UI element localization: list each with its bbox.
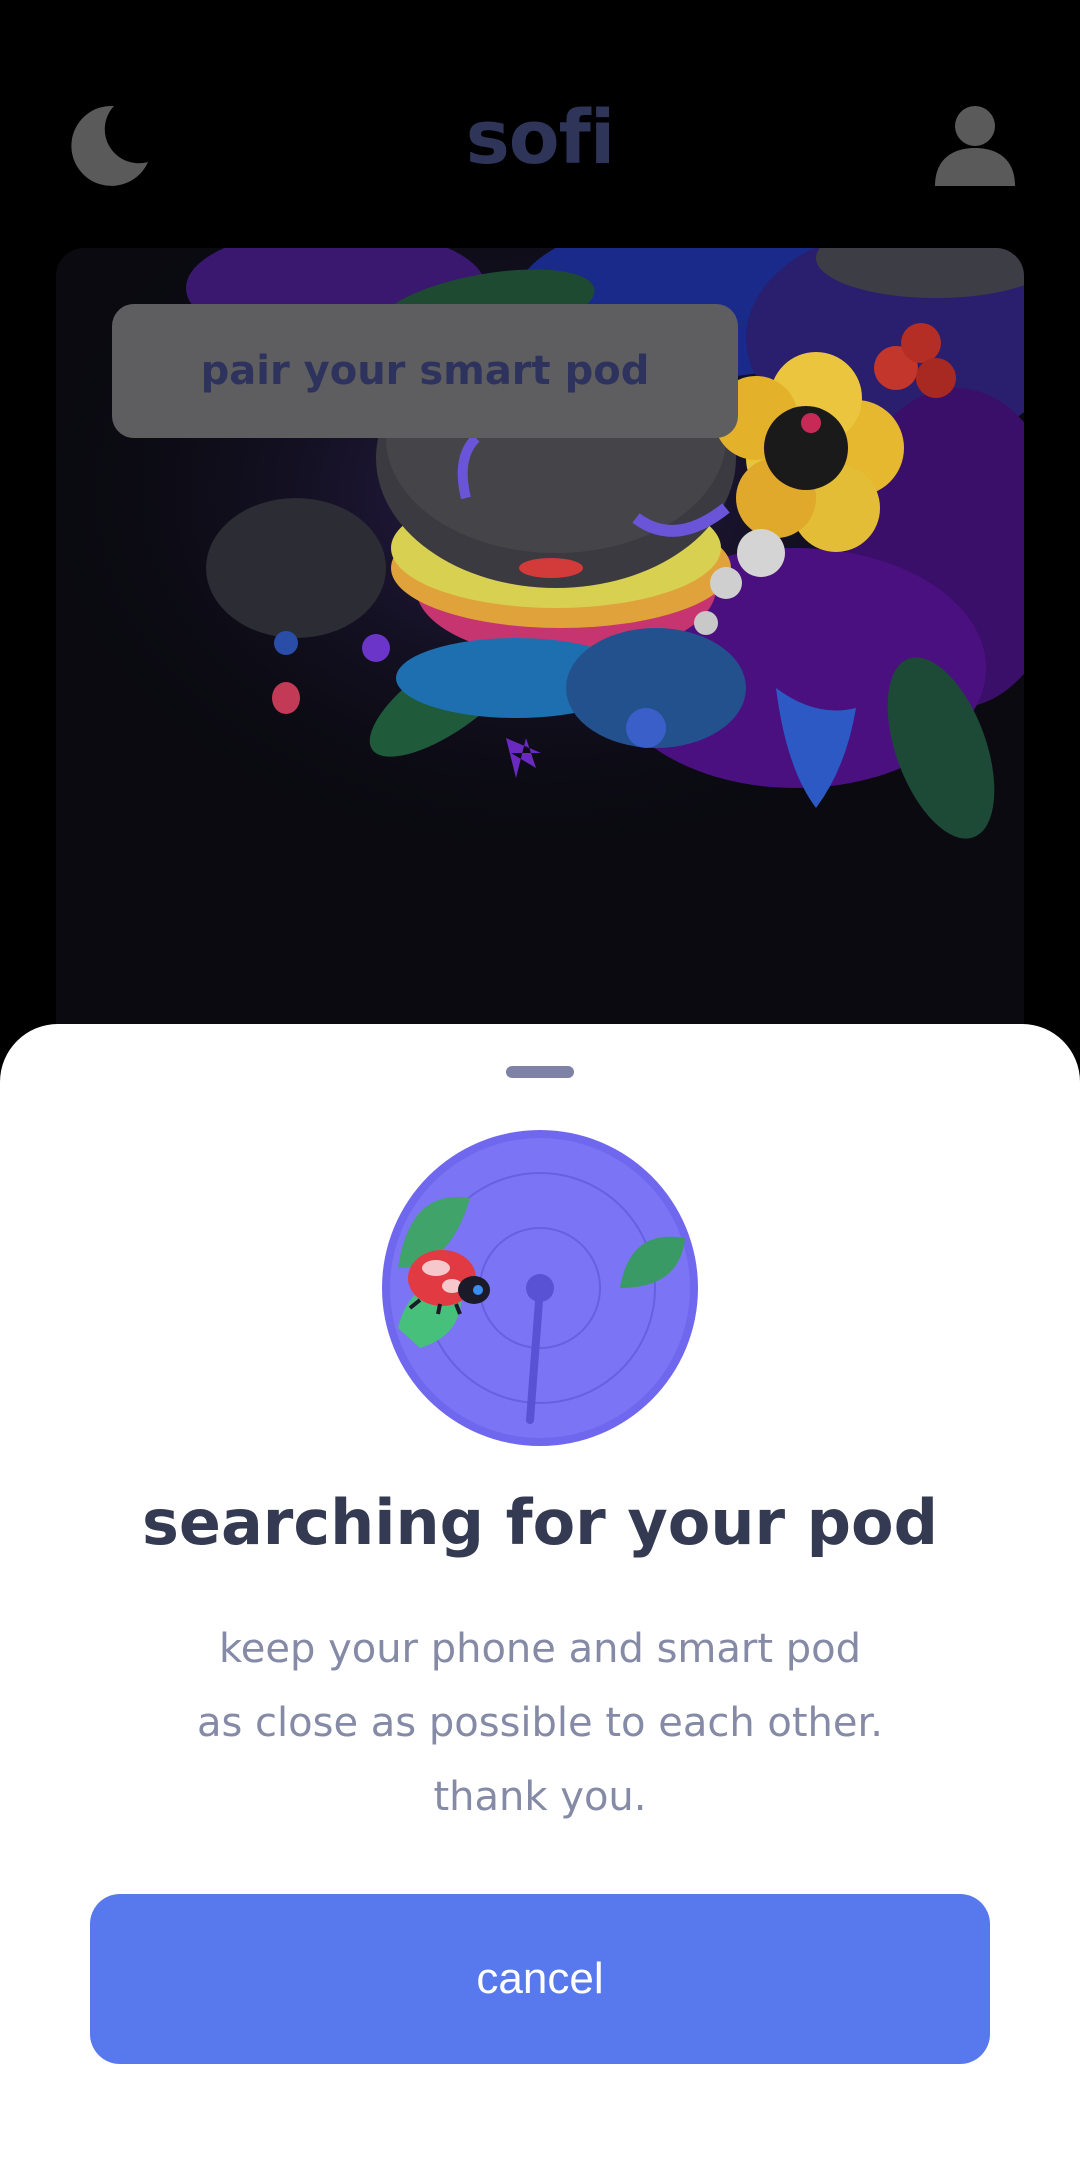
sheet-description: keep your phone and smart pod as close a… bbox=[100, 1612, 980, 1834]
profile-icon[interactable] bbox=[932, 102, 1018, 188]
cancel-button[interactable]: cancel bbox=[90, 1894, 990, 2064]
app-header: sofi bbox=[0, 0, 1080, 250]
description-line: as close as possible to each other. bbox=[196, 1700, 883, 1746]
pair-smart-pod-button[interactable]: pair your smart pod bbox=[112, 304, 738, 438]
radar-search-icon bbox=[380, 1128, 700, 1448]
sheet-drag-handle[interactable] bbox=[506, 1066, 574, 1078]
screen: sofi pair your smart pod searching for y… bbox=[0, 0, 1080, 2174]
sheet-title: searching for your pod bbox=[141, 1486, 938, 1559]
app-logo: sofi bbox=[465, 95, 615, 181]
description-line: keep your phone and smart pod bbox=[219, 1626, 861, 1672]
bottom-sheet: searching for your pod keep your phone a… bbox=[0, 1024, 1080, 2174]
description-line: thank you. bbox=[433, 1774, 647, 1820]
